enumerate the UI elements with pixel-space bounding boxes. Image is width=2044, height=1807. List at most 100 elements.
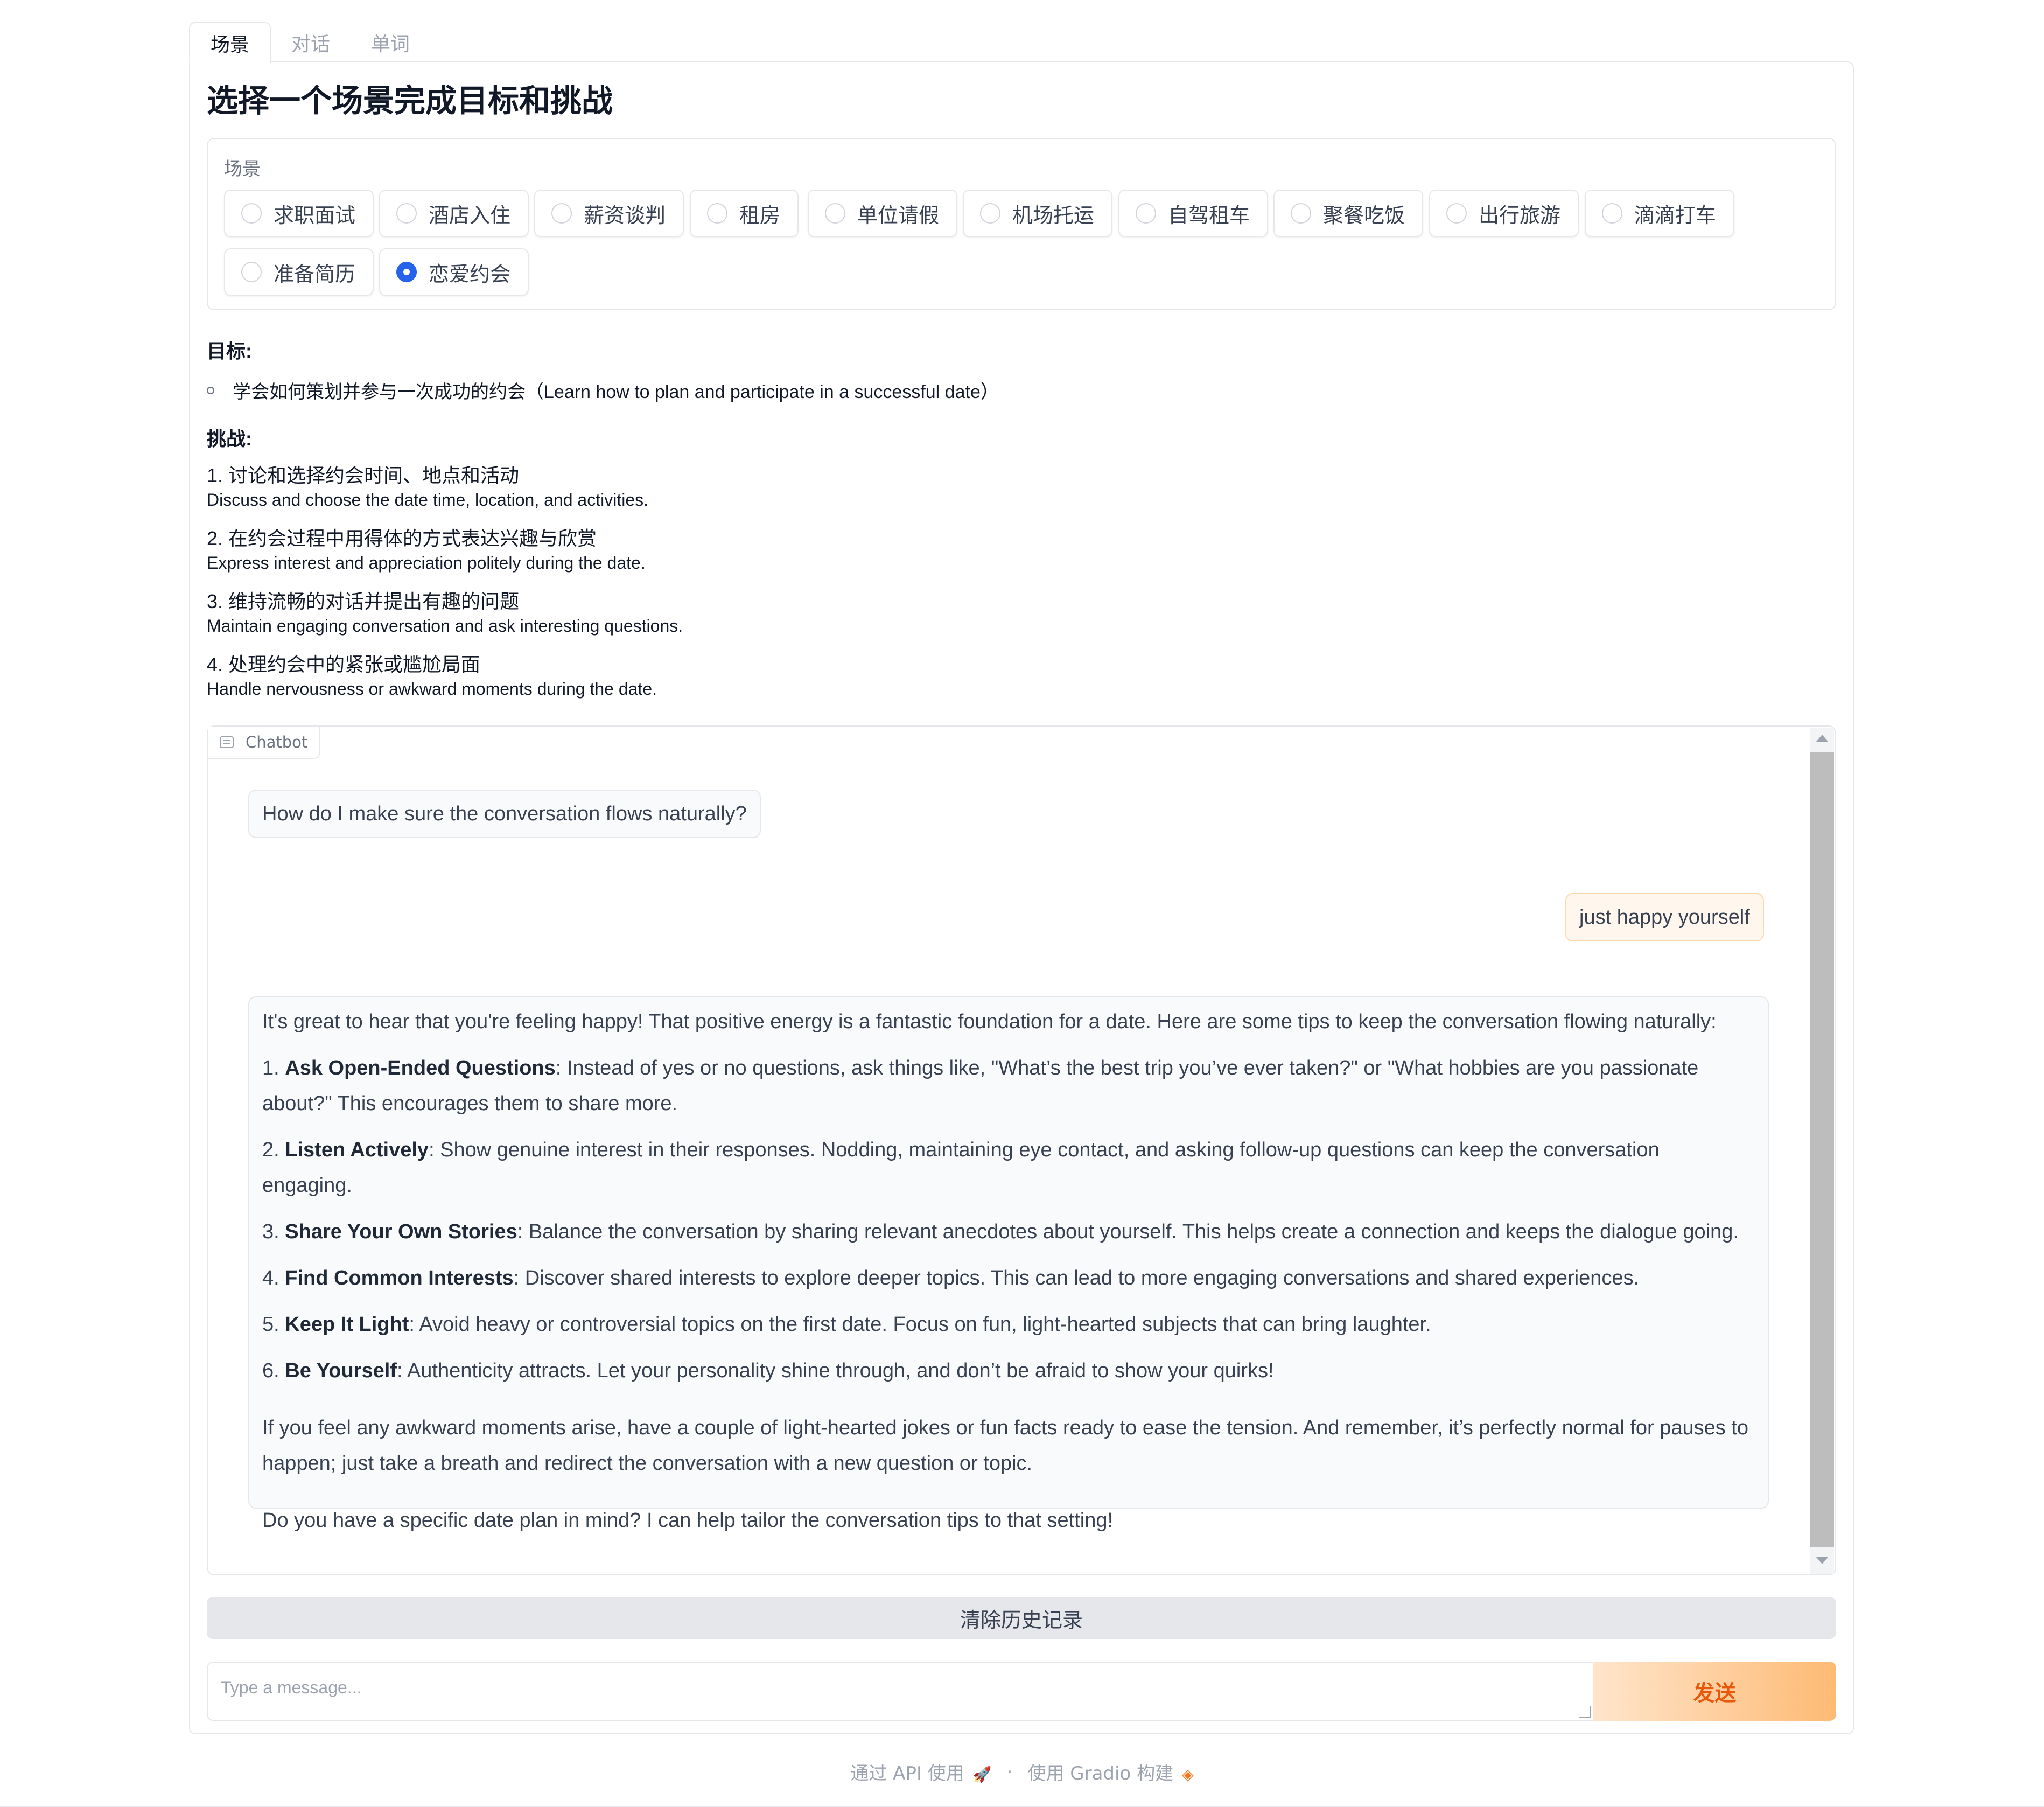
scene-option-resume[interactable]: 准备简历 (224, 248, 374, 296)
tip-title: Listen Actively (285, 1139, 429, 1161)
app-root: 场景 对话 单词 选择一个场景完成目标和挑战 场景 求职面试 酒店入住 薪资谈判… (0, 0, 2044, 1807)
user-message: just happy yourself (1565, 893, 1764, 941)
tip-number: 4. (262, 1267, 279, 1289)
scene-option-taxi[interactable]: 滴滴打车 (1585, 190, 1735, 237)
tip-text: : Avoid heavy or controversial topics on… (409, 1313, 1431, 1336)
radio-circle-icon (980, 203, 1000, 224)
bullet-icon (207, 386, 214, 394)
radio-circle-icon (1136, 203, 1156, 224)
scene-option-hotel[interactable]: 酒店入住 (379, 190, 529, 237)
tip-title: Share Your Own Stories (285, 1220, 517, 1243)
footer: 通过 API 使用 🚀 · 使用 Gradio 构建 ◈ (0, 1759, 2044, 1785)
chatbot-label: Chatbot (208, 727, 321, 759)
scene-option-airport[interactable]: 机场托运 (963, 190, 1113, 237)
scene-option-salary[interactable]: 薪资谈判 (534, 190, 684, 237)
gradio-link[interactable]: 使用 Gradio 构建 ◈ (1027, 1759, 1193, 1785)
scene-option-label: 机场托运 (1012, 203, 1095, 227)
bot-message: How do I make sure the conversation flow… (248, 790, 761, 838)
send-button[interactable]: 发送 (1593, 1662, 1836, 1721)
scene-option-label: 酒店入住 (429, 203, 511, 227)
message-paragraph: Do you have a specific date plan in mind… (262, 1509, 1114, 1532)
challenge-item-cn: 2. 在约会过程中用得体的方式表达兴趣与欣赏 (207, 527, 597, 549)
scroll-up-arrow-icon[interactable] (1816, 735, 1829, 742)
tip-title: Ask Open-Ended Questions (285, 1057, 556, 1079)
scene-option-dinner[interactable]: 聚餐吃饭 (1273, 190, 1424, 237)
chat-bubble-icon (220, 736, 234, 748)
message-intro: It's great to hear that you're feeling h… (262, 1010, 1717, 1033)
tip-item: 3. Share Your Own Stories: Balance the c… (262, 1214, 1755, 1250)
scene-option-label: 出行旅游 (1479, 203, 1561, 227)
tip-text: : Discover shared interests to explore d… (513, 1267, 1640, 1289)
scene-option-leave[interactable]: 单位请假 (808, 190, 958, 237)
message-input[interactable] (221, 1678, 1567, 1698)
scene-option-car-rental[interactable]: 自驾租车 (1118, 190, 1269, 237)
scene-option-interview[interactable]: 求职面试 (224, 190, 374, 237)
tip-title: Keep It Light (285, 1313, 409, 1336)
radio-circle-icon (551, 203, 572, 224)
challenge-heading: 挑战: (207, 428, 252, 450)
message-paragraph: If you feel any awkward moments arise, h… (262, 1417, 1748, 1475)
tip-title: Be Yourself (285, 1359, 397, 1382)
tip-item: 5. Keep It Light: Avoid heavy or controv… (262, 1307, 1755, 1342)
api-link[interactable]: 通过 API 使用 🚀 (850, 1759, 991, 1785)
scene-option-dating[interactable]: 恋爱约会 (379, 248, 529, 296)
tab-scene[interactable]: 场景 (189, 22, 271, 64)
radio-circle-icon (825, 203, 845, 224)
rocket-icon: 🚀 (972, 1766, 992, 1783)
clear-history-button[interactable]: 清除历史记录 (207, 1597, 1836, 1639)
radio-circle-icon (396, 203, 417, 224)
tip-number: 3. (262, 1220, 279, 1243)
scrollbar-thumb[interactable] (1810, 752, 1834, 1547)
radio-selected-icon (396, 262, 417, 282)
scene-option-label: 租房 (739, 203, 781, 227)
goal-list-item: 学会如何策划并参与一次成功的约会（Learn how to plan and p… (207, 377, 999, 403)
scene-option-travel[interactable]: 出行旅游 (1429, 190, 1579, 237)
scene-option-label: 求职面试 (274, 203, 356, 227)
goal-text: 学会如何策划并参与一次成功的约会（Learn how to plan and p… (233, 382, 999, 402)
tip-item: 2. Listen Actively: Show genuine interes… (262, 1132, 1755, 1203)
message-text: just happy yourself (1579, 906, 1750, 929)
gradio-link-label: 使用 Gradio 构建 (1027, 1763, 1174, 1784)
tip-item: 1. Ask Open-Ended Questions: Instead of … (262, 1050, 1755, 1121)
tip-item: 4. Find Common Interests: Discover share… (262, 1260, 1755, 1296)
radio-circle-icon (1602, 203, 1622, 224)
tip-title: Find Common Interests (285, 1267, 514, 1289)
tip-number: 5. (262, 1313, 279, 1336)
tab-bar: 场景 对话 单词 (189, 22, 430, 64)
tip-number: 6. (262, 1359, 279, 1382)
scene-option-rent[interactable]: 租房 (690, 190, 799, 237)
tip-number: 1. (262, 1057, 279, 1079)
tip-text: : Show genuine interest in their respons… (262, 1139, 1660, 1197)
footer-separator: · (1006, 1761, 1013, 1783)
challenge-item-en: Discuss and choose the date time, locati… (207, 490, 648, 510)
tab-dialogue[interactable]: 对话 (271, 22, 351, 62)
tip-text: : Balance the conversation by sharing re… (517, 1220, 1739, 1243)
challenge-item-cn: 4. 处理约会中的紧张或尴尬局面 (207, 653, 481, 675)
tip-text: : Authenticity attracts. Let your person… (396, 1359, 1274, 1382)
challenge-item-en: Express interest and appreciation polite… (207, 553, 646, 573)
api-link-label: 通过 API 使用 (850, 1763, 964, 1784)
tab-words[interactable]: 单词 (351, 22, 430, 62)
radio-circle-icon (241, 262, 262, 282)
scene-option-label: 自驾租车 (1168, 203, 1250, 227)
challenge-item-en: Handle nervousness or awkward moments du… (207, 679, 657, 699)
scene-option-label: 薪资谈判 (584, 203, 666, 227)
goal-heading: 目标: (207, 340, 252, 362)
challenge-item-en: Maintain engaging conversation and ask i… (207, 616, 683, 636)
scene-label: 场景 (224, 158, 261, 180)
challenge-item-cn: 3. 维持流畅的对话并提出有趣的问题 (207, 590, 520, 612)
page-title: 选择一个场景完成目标和挑战 (207, 82, 613, 119)
radio-circle-icon (1446, 203, 1467, 224)
message-input-box[interactable] (207, 1662, 1593, 1721)
chatbot-label-text: Chatbot (246, 733, 308, 751)
scene-option-label: 准备简历 (274, 262, 356, 286)
challenge-item-cn: 1. 讨论和选择约会时间、地点和活动 (207, 464, 520, 486)
radio-circle-icon (707, 203, 727, 224)
resize-handle-icon[interactable] (1579, 1706, 1591, 1718)
scroll-down-arrow-icon[interactable] (1816, 1557, 1829, 1564)
tip-item: 6. Be Yourself: Authenticity attracts. L… (262, 1353, 1755, 1389)
scene-option-label: 滴滴打车 (1634, 203, 1717, 227)
radio-circle-icon (1291, 203, 1311, 224)
message-text: How do I make sure the conversation flow… (262, 803, 747, 825)
bot-message: It's great to hear that you're feeling h… (248, 996, 1769, 1532)
